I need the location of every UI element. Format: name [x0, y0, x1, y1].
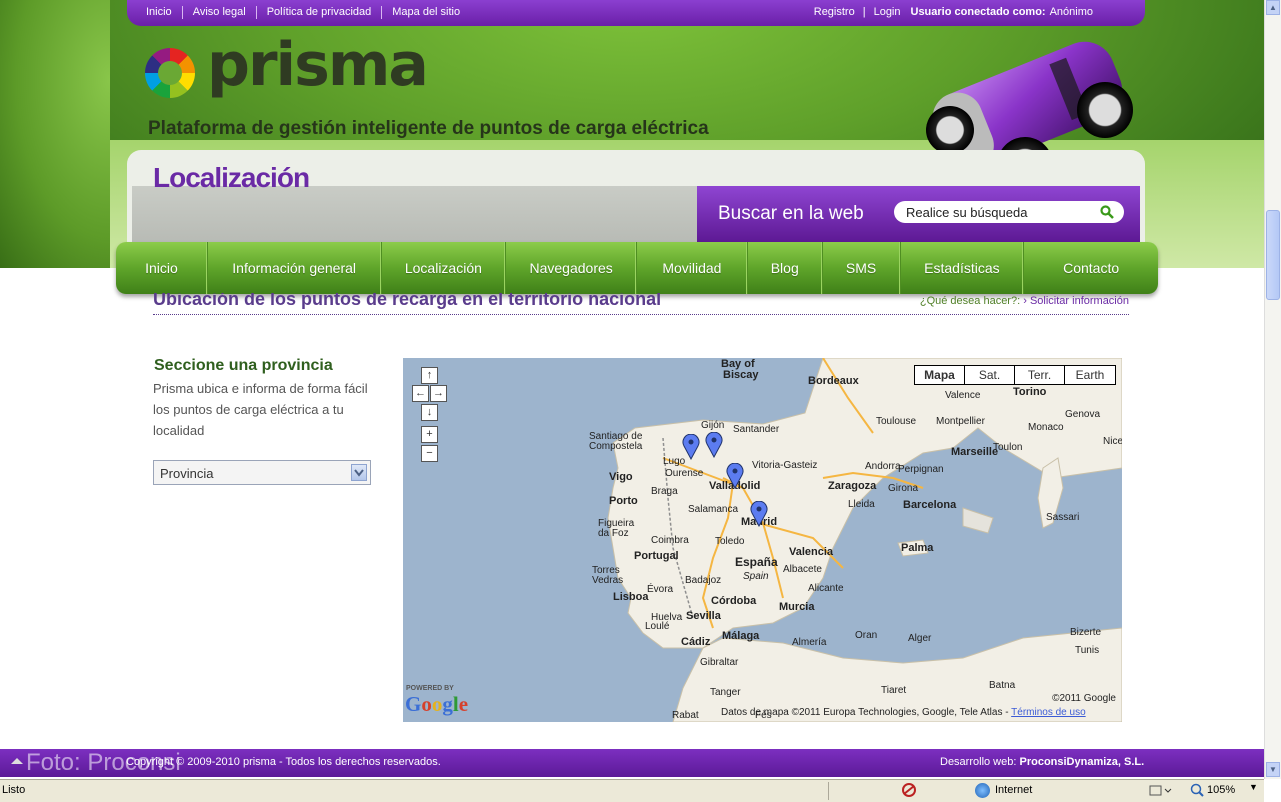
top-link-privacidad[interactable]: Política de privacidad: [267, 6, 372, 18]
search-box: Buscar en la web: [697, 186, 1140, 242]
map-label-bordeaux: Bordeaux: [808, 375, 859, 387]
search-icon[interactable]: [1100, 205, 1114, 219]
top-link-aviso-legal[interactable]: Aviso legal: [193, 6, 246, 18]
map-marker-icon[interactable]: [705, 432, 723, 458]
title-panel-inner: [132, 186, 697, 242]
nav-item-inicio[interactable]: Inicio: [116, 242, 208, 294]
action-links: ¿Qué desea hacer?: › Solicitar informaci…: [919, 295, 1129, 307]
brand-tagline: Plataforma de gestión inteligente de pun…: [148, 118, 709, 139]
question-label: ¿Qué desea hacer?:: [919, 295, 1021, 307]
map-type-satellite[interactable]: Sat.: [964, 365, 1015, 385]
zoom-level[interactable]: 105%: [1207, 784, 1235, 796]
footer-dev: Desarrollo web: ProconsiDynamiza, S.L.: [940, 756, 1145, 768]
terms-link[interactable]: Términos de uso: [1011, 707, 1085, 718]
map-marker-icon[interactable]: [682, 434, 700, 460]
map-attribution: Datos de mapa ©2011 Europa Technologies,…: [721, 707, 1086, 718]
status-text: Listo: [2, 784, 26, 796]
search-label: Buscar en la web: [718, 203, 864, 224]
zoom-icon[interactable]: [1190, 783, 1204, 797]
top-link-inicio[interactable]: Inicio: [146, 6, 172, 18]
google-logo[interactable]: Google: [405, 692, 468, 717]
brand-name[interactable]: prisma: [207, 30, 429, 100]
map-type-map[interactable]: Mapa: [914, 365, 965, 385]
footer: Copyright © 2009-2010 prisma - Todos los…: [0, 749, 1264, 777]
account-links: Registro | Login Usuario conectado como:…: [813, 6, 1093, 18]
top-bar: Inicio Aviso legal Política de privacida…: [127, 0, 1145, 26]
province-select[interactable]: Provincia: [153, 460, 371, 485]
scroll-up-icon[interactable]: ▲: [1266, 0, 1280, 15]
province-select-value: Provincia: [160, 466, 214, 481]
sidebar-title: Seccione una provincia: [154, 357, 333, 374]
protected-mode-icon[interactable]: [1148, 783, 1172, 798]
pan-left-icon[interactable]: ←: [412, 385, 429, 402]
nav-item-localizacion[interactable]: Localización: [382, 242, 507, 294]
map-copyright: ©2011 Google: [1052, 693, 1116, 704]
nav-item-contacto[interactable]: Contacto: [1024, 242, 1158, 294]
top-links: Inicio Aviso legal Política de privacida…: [146, 6, 470, 19]
map-marker-icon[interactable]: [726, 463, 744, 489]
google-map[interactable]: Bay of Biscay Bordeaux Gijón Santander S…: [403, 358, 1122, 722]
vertical-scrollbar[interactable]: ▲ ▼: [1264, 0, 1281, 779]
sidebar-text: Prisma ubica e informa de forma fácil lo…: [153, 381, 368, 438]
photo-credit: Foto: Proconsi: [26, 749, 181, 776]
top-link-mapa-sitio[interactable]: Mapa del sitio: [392, 6, 460, 18]
login-link[interactable]: Login: [874, 6, 901, 18]
title-divider: [153, 314, 1129, 315]
dev-link[interactable]: ProconsiDynamiza, S.L.: [1019, 756, 1144, 768]
chevron-down-icon[interactable]: [351, 464, 367, 481]
triangle-up-icon[interactable]: [10, 753, 24, 767]
privacy-icon[interactable]: [900, 782, 918, 798]
pan-up-icon[interactable]: ↑: [421, 367, 438, 384]
user-value: Anónimo: [1049, 6, 1093, 18]
prisma-logo-icon[interactable]: [145, 48, 195, 98]
search-input[interactable]: [894, 201, 1124, 223]
nav-item-navegadores[interactable]: Navegadores: [506, 242, 638, 294]
security-zone: Internet: [995, 784, 1033, 796]
map-type-earth[interactable]: Earth: [1064, 365, 1116, 385]
main-nav: Inicio Información general Localización …: [116, 242, 1158, 294]
nav-item-informacion-general[interactable]: Información general: [208, 242, 382, 294]
scroll-down-icon[interactable]: ▼: [1266, 762, 1280, 777]
zoom-in-icon[interactable]: +: [421, 426, 438, 443]
header-left-swoosh: [0, 0, 110, 268]
map-type-terrain[interactable]: Terr.: [1014, 365, 1065, 385]
pan-right-icon[interactable]: →: [430, 385, 447, 402]
powered-by-label: POWERED BY: [406, 685, 454, 692]
map-land: [607, 358, 1122, 722]
register-link[interactable]: Registro: [814, 6, 855, 18]
globe-icon: [975, 783, 990, 798]
zoom-dropdown-icon[interactable]: ▼: [1249, 782, 1258, 792]
nav-item-blog[interactable]: Blog: [748, 242, 823, 294]
nav-item-estadisticas[interactable]: Estadísticas: [901, 242, 1025, 294]
zoom-out-icon[interactable]: −: [421, 445, 438, 462]
map-marker-icon[interactable]: [750, 501, 768, 527]
browser-status-bar: Listo Internet 105% ▼: [0, 779, 1264, 802]
scroll-thumb[interactable]: [1266, 210, 1280, 300]
request-info-link[interactable]: Solicitar información: [1030, 295, 1129, 307]
nav-item-movilidad[interactable]: Movilidad: [637, 242, 748, 294]
page-title: Localización: [153, 162, 310, 193]
user-label: Usuario conectado como:: [910, 6, 1046, 18]
pan-down-icon[interactable]: ↓: [421, 404, 438, 421]
nav-item-sms[interactable]: SMS: [823, 242, 901, 294]
